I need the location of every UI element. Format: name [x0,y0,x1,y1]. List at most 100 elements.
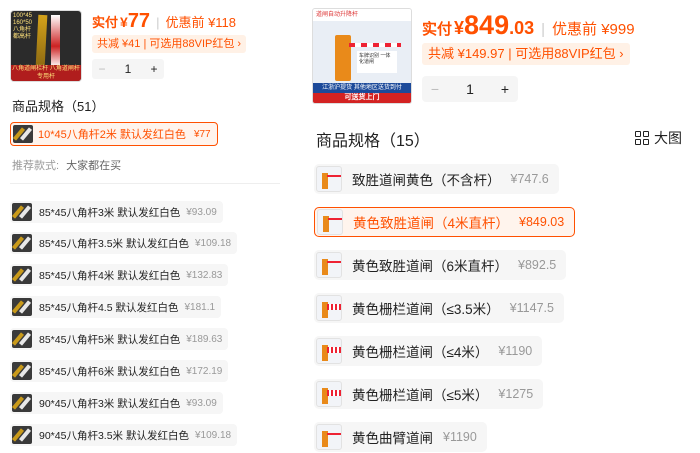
spec-option[interactable]: 85*45八角杆6米 默认发红白色 ¥172.19 [10,360,229,382]
spec-option[interactable]: 85*45八角杆3米 默认发红白色 ¥93.09 [10,201,223,223]
option-thumbnail [12,330,32,348]
selected-spec-option[interactable]: 黄色致胜道闸（4米直杆） ¥849.03 [314,207,576,237]
option-name: 黄色栅栏道闸（≤4米） [352,345,489,360]
quantity-value[interactable]: 1 [448,76,492,102]
barrier-arm-graphic [349,43,401,47]
option-thumbnail [12,203,32,221]
price-decimal: .03 [509,18,535,38]
product-thumbnail[interactable]: 道闸自动升降杆 车牌识别 一体化道闸 江浙沪提货 其他地区送货到付 可送货上门 [312,8,412,104]
barrier-machine-graphic [335,35,351,81]
option-name: 致胜道闸黄色（不含杆） [352,173,501,188]
increment-button[interactable]: + [144,59,164,79]
option-name: 90*45八角杆3米 默认发红白色 [39,397,181,410]
spec-title: 商品规格（51） [12,99,105,114]
option-name: 黄色栅栏道闸（≤3.5米） [352,302,500,317]
promo-badge[interactable]: 共减 ¥41 | 可选用88VIP红包 › [92,35,247,53]
spec-option[interactable]: 85*45八角杆5米 默认发红白色 ¥189.63 [10,328,229,350]
decrement-button[interactable]: − [422,76,448,102]
price-label: 实付 [92,15,119,30]
option-thumbnail [317,209,343,235]
recommend-label: 推荐款式: [12,160,60,172]
option-thumbnail [13,125,33,143]
spec-option[interactable]: 85*45八角杆4.5 默认发红白色 ¥181.1 [10,296,222,318]
spec-option[interactable]: 黄色栅栏道闸（≤4米） ¥1190 [314,336,543,366]
right-product-panel: 道闸自动升降杆 车牌识别 一体化道闸 江浙沪提货 其他地区送货到付 可送货上门 … [300,0,700,453]
option-thumbnail [316,338,342,364]
option-thumbnail [316,424,342,450]
price-amount: 77 [127,10,151,32]
option-price: ¥1147.5 [509,301,554,315]
thumbnail-delivery-banner: 可送货上门 [313,93,411,103]
price-row: 实付 ¥ 77 | 优惠前 ¥118 [92,10,236,33]
thumbnail-caption: 八角道闸栏杆 八角道闸杆 专用杆 [11,65,81,81]
product-thumbnail[interactable]: 100*45 160*50 八角杆 都高杆 八角道闸栏杆 八角道闸杆 专用杆 [10,10,82,82]
divider [10,183,280,184]
option-thumbnail [12,266,32,284]
option-name: 85*45八角杆3米 默认发红白色 [39,206,181,219]
grid-view-icon [635,131,649,145]
price-separator: | [156,15,160,30]
spec-option[interactable]: 黄色致胜道闸（6米直杆） ¥892.5 [314,250,567,280]
recommend-value: 大家都在买 [66,160,122,172]
option-price: ¥747.6 [510,172,549,186]
option-price: ¥109.18 [194,429,232,441]
option-name: 10*45八角杆2米 默认发红白色 [38,129,186,141]
price-row: 实付 ¥ 849 .03 | 优惠前 ¥999 [422,10,635,41]
currency-symbol: ¥ [120,14,128,30]
option-thumbnail [12,426,32,444]
option-price: ¥93.09 [186,206,217,218]
gold-bar-graphic [35,14,48,68]
option-thumbnail [316,252,342,278]
price-label: 实付 [422,21,453,38]
spec-option[interactable]: 90*45八角杆3米 默认发红白色 ¥93.09 [10,392,223,414]
option-name: 黄色栅栏道闸（≤5米） [352,388,489,403]
thumbnail-footer: 江浙沪提货 其他地区送货到付 [313,83,411,93]
thumbnail-top-text: 100*45 160*50 八角杆 都高杆 [13,13,33,40]
left-product-panel: 100*45 160*50 八角杆 都高杆 八角道闸栏杆 八角道闸杆 专用杆 实… [0,0,290,453]
option-thumbnail [12,234,32,252]
thumbnail-panel-text: 车牌识别 一体化道闸 [357,51,397,73]
option-name: 85*45八角杆4.5 默认发红白色 [39,301,179,314]
original-price: 优惠前 ¥999 [552,21,635,38]
price-separator: | [541,21,546,38]
option-name: 85*45八角杆5米 默认发红白色 [39,333,181,346]
option-price: ¥77 [193,128,211,140]
option-price: ¥109.18 [194,237,232,249]
option-name: 黄色致胜道闸（6米直杆） [352,259,509,274]
option-price: ¥132.83 [186,269,223,281]
spec-option[interactable]: 85*45八角杆4米 默认发红白色 ¥132.83 [10,264,229,286]
price-amount: 849 [464,10,510,40]
spec-option[interactable]: 黄色曲臂道闸 ¥1190 [314,422,487,452]
quantity-stepper: − 1 + [92,59,164,79]
large-image-label: 大图 [654,130,682,146]
option-name: 90*45八角杆3.5米 默认发红白色 [39,429,189,442]
spec-option[interactable]: 85*45八角杆3.5米 默认发红白色 ¥109.18 [10,232,238,254]
quantity-value[interactable]: 1 [112,59,144,79]
spec-option[interactable]: 黄色栅栏道闸（≤5米） ¥1275 [314,379,544,409]
original-price: 优惠前 ¥118 [165,15,237,30]
large-image-toggle[interactable]: 大图 [635,128,682,148]
option-name: 黄色致胜道闸（4米直杆） [353,216,510,231]
option-name: 黄色曲臂道闸 [352,431,433,446]
red-white-bar-graphic [51,15,60,67]
option-price: ¥181.1 [184,301,216,313]
option-price: ¥172.19 [186,365,223,377]
option-name: 85*45八角杆4米 默认发红白色 [39,269,181,282]
promo-badge[interactable]: 共减 ¥149.97 | 可选用88VIP红包 › [422,43,630,65]
option-price: ¥849.03 [519,215,565,229]
option-price: ¥892.5 [518,258,557,272]
recommend-row: 推荐款式: 大家都在买 [12,157,121,173]
option-thumbnail [12,362,32,380]
option-thumbnail [316,166,342,192]
selected-spec-option[interactable]: 10*45八角杆2米 默认发红白色 ¥77 [10,122,218,146]
option-price: ¥93.09 [186,397,217,409]
spec-option[interactable]: 90*45八角杆3.5米 默认发红白色 ¥109.18 [10,424,238,446]
option-name: 85*45八角杆6米 默认发红白色 [39,365,181,378]
increment-button[interactable]: + [492,76,518,102]
spec-title: 商品规格（15） [316,133,430,150]
spec-option[interactable]: 黄色栅栏道闸（≤3.5米） ¥1147.5 [314,293,564,323]
decrement-button[interactable]: − [92,59,112,79]
spec-option[interactable]: 致胜道闸黄色（不含杆） ¥747.6 [314,164,559,194]
option-thumbnail [316,295,342,321]
currency-symbol: ¥ [454,18,465,38]
